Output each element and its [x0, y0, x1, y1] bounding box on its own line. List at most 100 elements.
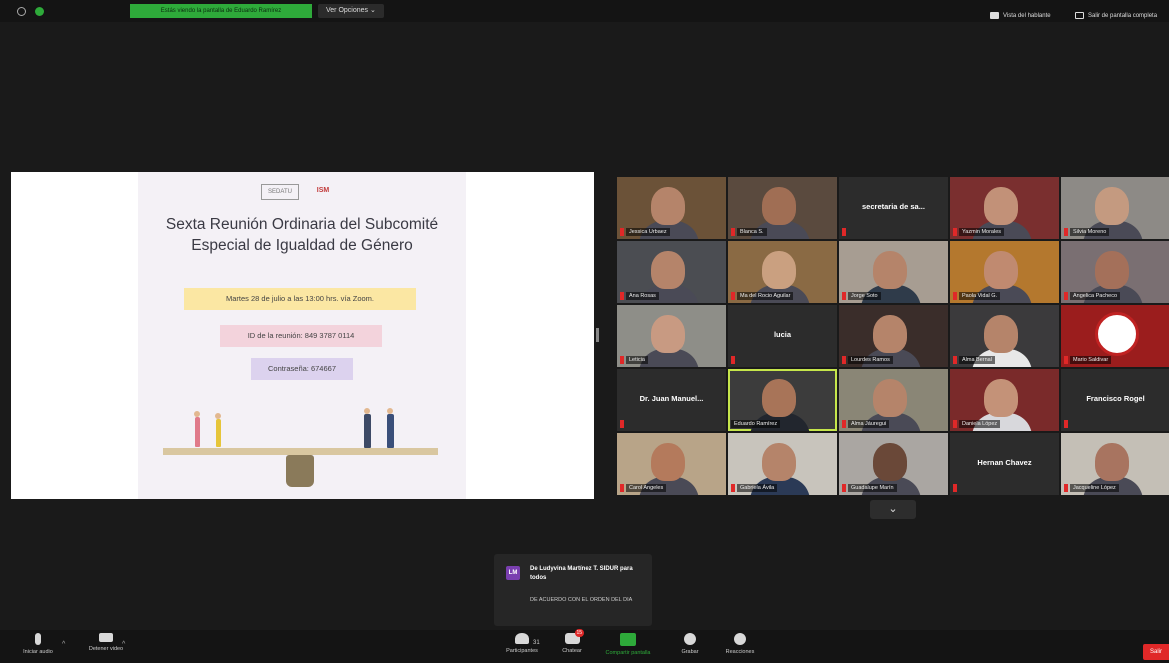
record-icon	[684, 633, 696, 645]
participant-tile[interactable]: Jorge Soto	[839, 241, 948, 303]
exit-fullscreen-icon	[1075, 11, 1084, 19]
participant-video-face	[762, 187, 796, 225]
participant-tile[interactable]: Alma Bernal	[950, 305, 1059, 367]
participant-display-name: secretaria de sa...	[862, 202, 925, 211]
meeting-id-pill: ID de la reunión: 849 3787 0114	[220, 325, 382, 347]
organization-logo-icon	[1095, 312, 1139, 356]
scale-beam	[163, 448, 438, 455]
gallery-next-page-button[interactable]: ⌄	[870, 500, 916, 519]
participant-tile[interactable]: Daniela López	[950, 369, 1059, 431]
speaker-view-button[interactable]: Vista del hablante	[990, 10, 1051, 22]
chat-button[interactable]: 15 Chatear	[542, 629, 602, 654]
participant-name: Carol Angeles	[626, 484, 667, 492]
participant-tile[interactable]: Dr. Juan Manuel...	[617, 369, 726, 431]
participant-video-face	[873, 443, 907, 481]
chat-message: DE ACUERDO CON EL ORDEN DEL DIA	[530, 597, 633, 603]
participant-video-face	[651, 251, 685, 289]
muted-mic-icon	[953, 420, 957, 428]
man-figure-icon	[387, 414, 394, 448]
participant-tile[interactable]: Carol Angeles	[617, 433, 726, 495]
participant-tile[interactable]: Leticia	[617, 305, 726, 367]
meeting-poster: SEDATU ISM Sexta Reunión Ordinaria del S…	[138, 172, 466, 499]
participant-tile[interactable]: Yazmin Morales	[950, 177, 1059, 239]
reactions-button[interactable]: Reacciones	[710, 633, 770, 655]
video-options-caret-icon[interactable]: ^	[122, 641, 125, 648]
participant-name: Angelica Pacheco	[1070, 292, 1121, 300]
muted-mic-icon	[1064, 484, 1068, 492]
speaker-view-icon	[990, 11, 999, 19]
chat-label: Chatear	[562, 648, 582, 654]
participant-tile[interactable]: Hernan Chavez	[950, 433, 1059, 495]
participant-tile[interactable]: Lourdes Ramos	[839, 305, 948, 367]
participant-tile[interactable]: Jessica Urbaez	[617, 177, 726, 239]
exit-fullscreen-button[interactable]: Salir de pantalla completa	[1075, 10, 1169, 22]
chat-notification[interactable]: LM De Ludyvina Martínez T. SIDUR para to…	[494, 554, 652, 626]
participant-name: Jorge Soto	[848, 292, 881, 300]
chevron-down-icon: ⌄	[888, 503, 898, 515]
muted-mic-icon	[953, 356, 957, 364]
participant-tile[interactable]: Ana Rosas	[617, 241, 726, 303]
muted-mic-icon	[842, 484, 846, 492]
sender-avatar: LM	[506, 566, 520, 580]
leave-meeting-button[interactable]: Salir	[1143, 644, 1169, 660]
reactions-label: Reacciones	[725, 649, 755, 655]
muted-mic-icon	[620, 292, 624, 300]
participant-video-face	[873, 315, 907, 353]
participant-tile[interactable]: Mario Saldivar	[1061, 305, 1169, 367]
participant-tile[interactable]: Blanca S.	[728, 177, 837, 239]
speaker-view-label: Vista del hablante	[1003, 13, 1051, 19]
meeting-top-bar: Estás viendo la pantalla de Eduardo Ramí…	[0, 0, 1169, 22]
participant-tile[interactable]: Jacqueline López	[1061, 433, 1169, 495]
encryption-shield-icon[interactable]	[35, 7, 44, 16]
participant-name: Paola Vidal G.	[959, 292, 1001, 300]
participant-tile[interactable]: Francisco Rogel	[1061, 369, 1169, 431]
muted-mic-icon	[842, 356, 846, 364]
participant-name: Lourdes Ramos	[848, 356, 893, 364]
participant-name: Jessica Urbaez	[626, 228, 670, 236]
muted-mic-icon	[620, 484, 624, 492]
participant-tile[interactable]: secretaria de sa...	[839, 177, 948, 239]
participant-tile[interactable]: Silvia Moreno	[1061, 177, 1169, 239]
participant-name: Mario Saldivar	[1070, 356, 1112, 364]
view-options-button[interactable]: Ver Opciones ⌄	[318, 4, 384, 18]
muted-mic-icon	[842, 292, 846, 300]
participant-name: Leticia	[626, 356, 648, 364]
participant-tile[interactable]: Paola Vidal G.	[950, 241, 1059, 303]
join-audio-button[interactable]: Iniciar audio	[8, 633, 68, 655]
participant-name: Guadalupe Marín	[848, 484, 897, 492]
participant-video-face	[873, 379, 907, 417]
participant-tile[interactable]: Angelica Pacheco	[1061, 241, 1169, 303]
muted-mic-icon	[842, 228, 846, 236]
participant-tile[interactable]: Ma del Rocio Aguilar	[728, 241, 837, 303]
meeting-password-pill: Contraseña: 674667	[251, 358, 353, 380]
participant-tile[interactable]: Alma Jáuregui	[839, 369, 948, 431]
participant-name: Alma Bernal	[959, 356, 995, 364]
active-speaker-tile[interactable]: Eduardo Ramírez	[728, 369, 837, 431]
stop-video-button[interactable]: Detener video	[76, 633, 136, 652]
participant-name: Yazmin Morales	[959, 228, 1005, 236]
muted-mic-icon	[1064, 420, 1068, 428]
participant-name: Blanca S.	[737, 228, 767, 236]
participant-video-face	[1095, 443, 1129, 481]
poster-title: Sexta Reunión Ordinaria del Subcomité Es…	[165, 216, 439, 254]
meeting-date-pill: Martes 28 de julio a las 13:00 hrs. vía …	[184, 288, 416, 310]
muted-mic-icon	[731, 484, 735, 492]
participant-video-face	[873, 251, 907, 289]
participants-count: 31	[533, 640, 540, 646]
participant-display-name: lucia	[773, 330, 792, 339]
participant-name: Daniela López	[959, 420, 1001, 428]
participant-name: Alma Jáuregui	[848, 420, 890, 428]
shared-screen: SEDATU ISM Sexta Reunión Ordinaria del S…	[11, 172, 594, 499]
meeting-info-icon[interactable]	[17, 7, 26, 16]
man-figure-icon	[364, 414, 371, 448]
participant-tile[interactable]: lucia	[728, 305, 837, 367]
muted-mic-icon	[620, 420, 624, 428]
layout-splitter-handle[interactable]	[596, 328, 599, 342]
participant-video-face	[651, 315, 685, 353]
participant-tile[interactable]: Guadalupe Marín	[839, 433, 948, 495]
audio-options-caret-icon[interactable]: ^	[62, 641, 65, 648]
participants-icon	[515, 633, 529, 644]
participant-tile[interactable]: Gabriela Ávila	[728, 433, 837, 495]
share-screen-button[interactable]: Compartir pantalla	[598, 633, 658, 656]
muted-mic-icon	[620, 356, 624, 364]
